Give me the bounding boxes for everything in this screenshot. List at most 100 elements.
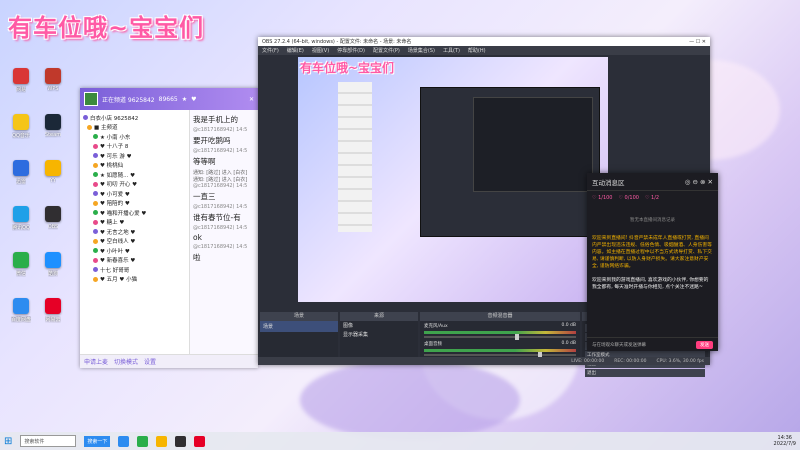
channel-tree-item[interactable]: ♥ 喵和开播心爱 ♥	[83, 208, 186, 218]
desktop-icon-label: OBS	[47, 224, 59, 230]
user-status-icon	[93, 181, 98, 187]
volume-meter	[424, 349, 576, 352]
chat-message: 谁有春节位-有	[193, 213, 241, 222]
chat-meta: @c1817168942) 14:5	[193, 244, 248, 250]
channel-tree-item[interactable]: ♥ 小可爱 ♥	[83, 189, 186, 199]
channel-tree-item[interactable]: ★ 如愿随... ♥	[83, 170, 186, 180]
volume-slider-handle[interactable]	[515, 334, 520, 340]
source-item[interactable]: 显示器采集	[340, 330, 418, 339]
obs-menu-item[interactable]: 视图(V)	[312, 47, 329, 54]
app-icon	[13, 114, 29, 130]
channel-tree-item[interactable]: ♥ 小叶叶 ♥	[83, 246, 186, 256]
desktop-icon[interactable]: 迅雷	[4, 160, 38, 194]
channel-tree-item[interactable]: ♥ 五月 ♥ 小猫	[83, 275, 186, 285]
desktop-icon[interactable]: 网易	[4, 68, 38, 102]
channel-tree-item[interactable]: 十七 好哥哥	[83, 265, 186, 275]
taskbar-app-icon[interactable]	[194, 435, 206, 447]
desktop-icon[interactable]: OBS	[36, 206, 70, 240]
channel-tree[interactable]: 白衣小店 9625842 ■ 主频道 ★ 小南 小东 ♥ 十八子 8 ♥ 可乐 游 ♥ ♥…	[80, 110, 190, 354]
taskbar-app-icon[interactable]	[118, 435, 130, 447]
desktop-icon[interactable]: 微信	[4, 252, 38, 286]
volume-slider[interactable]	[424, 352, 576, 358]
sources-dock[interactable]: 来源 图像 显示器采集	[340, 312, 418, 357]
obs-control-button[interactable]: 退出	[585, 369, 705, 377]
windows-start-icon[interactable]: ⊞	[4, 436, 12, 447]
taskbar-app-icon[interactable]	[137, 435, 149, 447]
taskbar-search-input[interactable]: 搜索软件	[20, 435, 77, 447]
desktop-icon[interactable]: WPS	[36, 68, 70, 102]
desktop-icon-label: 网易	[15, 87, 26, 93]
channel-tree-item[interactable]: ♥ 糖上 ♥	[83, 218, 186, 228]
panel-controls[interactable]: ◎ ⊖ ⊗ ✕	[685, 178, 713, 186]
user-status-icon	[93, 200, 98, 206]
desktop-icon[interactable]: 百度网盘	[4, 298, 38, 332]
channel-tree-item[interactable]: ♥ 桃桃仙	[83, 161, 186, 171]
chat-meta: @c1817168942) 14:5	[193, 148, 248, 154]
yy-footer-button[interactable]: 申请上麦	[84, 357, 108, 366]
close-icon[interactable]: ✕	[249, 96, 254, 103]
obs-menu-item[interactable]: 停靠部件(D)	[337, 47, 365, 54]
desktop-icon[interactable]: 腾讯QQ	[4, 206, 38, 240]
taskbar-app-icon[interactable]	[156, 435, 168, 447]
yy-footer-button[interactable]: 切换模式	[114, 357, 138, 366]
taskbar-app-icon[interactable]	[175, 435, 187, 447]
tree-item-label: ■ 主频道	[94, 125, 118, 132]
taskbar-search-button[interactable]: 搜索一下	[84, 435, 111, 447]
channel-id-label: 正在频道 9625842	[102, 96, 155, 104]
yy-voice-window[interactable]: 正在频道 9625842 89665 ★ ♥ ✕ 白衣小店 9625842 ■ 主…	[80, 88, 258, 368]
channel-tree-item[interactable]: ♥ 新春喜乐 ♥	[83, 256, 186, 266]
channel-tree-item[interactable]: ♥ 陪陪的 ♥	[83, 199, 186, 209]
chat-input-placeholder: 与在场观众聊天或发送弹幕	[592, 342, 646, 348]
obs-preview-canvas[interactable]: 有车位哦~宝宝们	[298, 57, 608, 302]
desktop-icon[interactable]: Steam	[36, 114, 70, 148]
user-status-icon	[83, 115, 88, 121]
channel-tree-item[interactable]: ♥ 无言之地 ♥	[83, 227, 186, 237]
yy-footer-button[interactable]: 设置	[144, 357, 156, 366]
obs-menu-item[interactable]: 帮助(H)	[468, 47, 486, 54]
obs-menu-item[interactable]: 工具(T)	[443, 47, 460, 54]
user-status-icon	[93, 143, 98, 149]
obs-titlebar: OBS 27.2.4 (64-bit, windows) - 配置文件: 未命名…	[258, 37, 710, 46]
chat-message: 等等啊	[193, 157, 216, 166]
user-status-icon	[93, 153, 98, 159]
desktop-icon[interactable]: 酷狗	[36, 252, 70, 286]
chat-message: 要开吃鹅吗	[193, 136, 231, 145]
yy-header: 正在频道 9625842 89665 ★ ♥ ✕	[80, 88, 258, 110]
desktop-icon[interactable]: YY	[36, 160, 70, 194]
system-clock[interactable]: 14:36 2022/7/9	[774, 435, 796, 447]
scenes-dock-title: 场景	[260, 312, 338, 321]
user-status-icon	[93, 210, 98, 216]
obs-menu-item[interactable]: 文件(F)	[262, 47, 279, 54]
channel-tree-item[interactable]: ♥ 可乐 游 ♥	[83, 151, 186, 161]
desktop-icon[interactable]: 网易云	[36, 298, 70, 332]
user-status-icon	[93, 248, 98, 254]
star-icon[interactable]: ★	[182, 96, 187, 103]
volume-slider[interactable]	[424, 334, 576, 340]
heart-icon[interactable]: ♥	[191, 96, 196, 103]
channel-tree-item[interactable]: ♥ 十八子 8	[83, 142, 186, 152]
send-button[interactable]: 发送	[696, 340, 713, 349]
obs-status-item: REC: 00:00:00	[614, 358, 647, 364]
channel-tree-item[interactable]: ♥ 空白线人 ♥	[83, 237, 186, 247]
chat-meta: @c1817168942) 14:5	[193, 127, 248, 133]
app-icon	[45, 160, 61, 176]
chat-input[interactable]: 与在场观众聊天或发送弹幕 发送	[587, 337, 718, 351]
app-icon	[13, 68, 29, 84]
desktop-icon[interactable]: QQ音乐	[4, 114, 38, 148]
window-controls[interactable]: — ☐ ✕	[689, 39, 706, 45]
source-item[interactable]: 图像	[340, 321, 418, 330]
obs-menu-item[interactable]: 配置文件(P)	[373, 47, 400, 54]
channel-tree-item[interactable]: 白衣小店 9625842	[83, 113, 186, 123]
tree-item-label: ♥ 新春喜乐 ♥	[100, 258, 136, 265]
app-icon	[45, 114, 61, 130]
channel-tree-item[interactable]: ♥ 叨叨 开心 ♥	[83, 180, 186, 190]
obs-menu-item[interactable]: 编辑(E)	[287, 47, 304, 54]
channel-tree-item[interactable]: ★ 小南 小东	[83, 132, 186, 142]
chat-message: 我是手机上的	[193, 115, 238, 124]
interaction-panel[interactable]: 互动消息区 ◎ ⊖ ⊗ ✕ ♡ 1/100 ♡ 0/100 ♡ 1/2 暂无本直播间…	[587, 173, 718, 351]
scenes-dock[interactable]: 场景 场景	[260, 312, 338, 357]
channel-tree-item[interactable]: ■ 主频道	[83, 123, 186, 133]
obs-title-text: OBS 27.2.4 (64-bit, windows) - 配置文件: 未命名…	[262, 39, 412, 45]
obs-menu-item[interactable]: 场景集合(S)	[408, 47, 435, 54]
scene-item[interactable]: 场景	[260, 321, 338, 332]
